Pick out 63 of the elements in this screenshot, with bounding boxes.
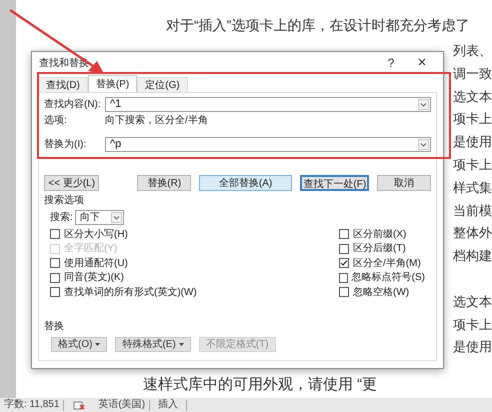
- document-text: 选文本: [453, 88, 492, 106]
- dialog-button[interactable]: << 更少(L): [44, 175, 100, 191]
- document-text: 项卡上: [453, 156, 492, 174]
- section-heading: 替换: [44, 320, 65, 334]
- language-indicator[interactable]: 英语(美国): [94, 400, 150, 410]
- checkbox[interactable]: [50, 229, 60, 240]
- checkmark-icon: [340, 259, 348, 268]
- options-summary: 向下搜索，区分全/半角: [105, 114, 208, 128]
- checkbox[interactable]: [339, 229, 349, 240]
- word-count[interactable]: 字数: 11,851: [0, 400, 64, 410]
- document-text: 速样式库中的可用外观，请使用 “更: [143, 375, 378, 395]
- insert-mode-indicator[interactable]: 插入: [150, 400, 186, 410]
- document-text: 当前模: [453, 202, 492, 220]
- field-label: 查找内容(N):: [44, 98, 99, 112]
- document-text: 项卡上: [453, 316, 492, 334]
- checkbox-label: 忽略空格(W): [353, 286, 410, 300]
- dialog-button[interactable]: 查找下一处(F): [300, 175, 370, 191]
- document-text: 样式集: [453, 178, 492, 197]
- checkbox-label: 区分后缀(T): [353, 242, 406, 256]
- checkbox-label: 全字匹配(Y): [64, 242, 118, 256]
- document-text: 调一致: [453, 64, 492, 83]
- tab[interactable]: 查找(D): [38, 77, 88, 92]
- document-text: 档构建: [453, 247, 492, 266]
- checkbox-label: 区分全/半角(M): [353, 256, 421, 271]
- checkbox[interactable]: [50, 287, 60, 298]
- checkbox[interactable]: [50, 272, 60, 283]
- checkbox-label: 查找单词的所有形式(英文)(W): [64, 286, 197, 300]
- dialog-button[interactable]: 全部替换(A): [198, 175, 292, 191]
- field-label: 替换为(I):: [44, 138, 88, 152]
- help-button[interactable]: ?: [379, 54, 403, 72]
- document-text: 是使用: [453, 338, 492, 356]
- checkbox[interactable]: [339, 258, 349, 268]
- checkbox[interactable]: [50, 258, 60, 268]
- find-field[interactable]: ^1: [105, 97, 431, 112]
- document-text: 对于“插入”选项卡上的库，在设计时都充分考虑了: [166, 16, 470, 35]
- document-text: 是使用: [453, 133, 492, 152]
- format-button[interactable]: 特殊格式(E): [115, 337, 191, 352]
- checkbox-label: 同音(英文)(K): [64, 270, 124, 286]
- checkbox-label: 区分大小写(H): [64, 228, 128, 242]
- field-label: 搜索:: [50, 210, 73, 225]
- section-heading: 搜索选项: [44, 194, 85, 208]
- proofing-icon[interactable]: [72, 400, 86, 410]
- tab[interactable]: 替换(P): [88, 75, 138, 92]
- checkbox-label: 区分前缀(X): [353, 228, 406, 242]
- format-button[interactable]: 格式(O): [51, 337, 108, 352]
- direction-select[interactable]: 向下: [74, 210, 124, 225]
- checkbox[interactable]: [339, 244, 349, 254]
- dialog-button[interactable]: 替换(R): [137, 175, 191, 191]
- caret-icon: [178, 343, 184, 346]
- caret-icon: [95, 343, 100, 346]
- checkbox-label: 使用通配符(U): [64, 256, 128, 271]
- document-text: 项卡上: [453, 110, 492, 128]
- checkbox-label: 忽略标点符号(S): [352, 270, 425, 286]
- document-text: 列表、: [453, 42, 492, 60]
- dialog-button[interactable]: 取消: [377, 175, 431, 191]
- document-text: 选文本: [453, 292, 492, 311]
- checkbox[interactable]: [339, 272, 348, 283]
- document-text: 整体外: [453, 224, 492, 242]
- close-button[interactable]: ×: [407, 52, 437, 74]
- checkbox[interactable]: [339, 287, 349, 298]
- field-label: 选项:: [44, 114, 68, 128]
- tab[interactable]: 定位(G): [137, 77, 188, 92]
- replace-field[interactable]: ^p: [105, 137, 431, 152]
